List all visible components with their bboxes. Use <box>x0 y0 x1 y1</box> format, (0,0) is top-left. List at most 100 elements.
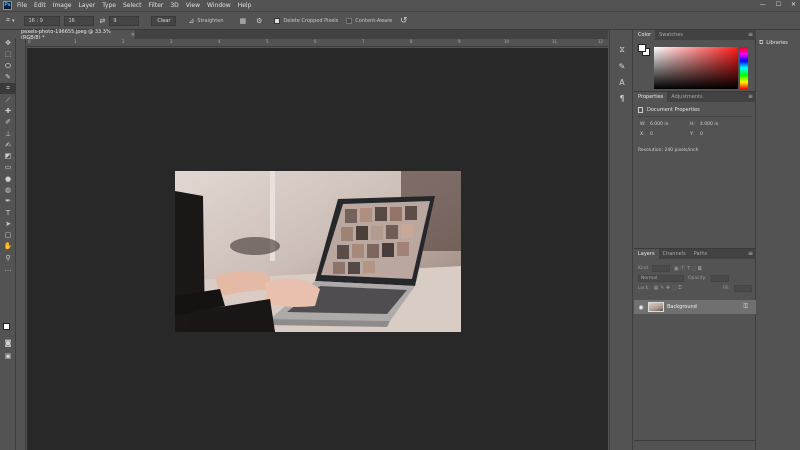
swap-icon[interactable]: ⇄ <box>99 17 105 25</box>
ratio-select[interactable]: 16 : 9 <box>24 15 61 26</box>
layer-name[interactable]: Background <box>667 304 697 310</box>
screen-mode-icon[interactable]: ▣ <box>0 351 16 362</box>
kind-filter[interactable]: Kind <box>638 266 648 271</box>
layer-filter-row: Kind ▣ Ⓣ T ⬚ ◘ <box>638 264 752 272</box>
tab-adjustments[interactable]: Adjustments <box>667 92 706 102</box>
menu-window[interactable]: Window <box>207 2 231 9</box>
color-panel-foreground-swatch[interactable] <box>638 44 646 52</box>
menu-filter[interactable]: Filter <box>149 2 164 9</box>
tab-color[interactable]: Color <box>634 30 656 40</box>
kind-select[interactable] <box>651 264 670 272</box>
close-tab-icon[interactable]: × <box>131 32 135 38</box>
hand-tool-icon[interactable]: ✋ <box>0 241 16 252</box>
menu-image[interactable]: Image <box>53 2 72 9</box>
divider <box>638 116 752 117</box>
width-value[interactable]: 6.000 in <box>650 122 668 127</box>
gear-icon[interactable]: ⚙ <box>256 17 262 25</box>
chevron-down-icon[interactable]: ▾ <box>12 18 15 24</box>
maximize-icon[interactable]: ☐ <box>776 1 781 8</box>
move-tool-icon[interactable]: ✥ <box>0 38 16 49</box>
tab-channels[interactable]: Channels <box>659 249 690 259</box>
delete-cropped-label: Delete Cropped Pixels <box>283 17 339 24</box>
hue-slider[interactable] <box>740 47 748 89</box>
layer-row[interactable]: ◉ Background ⚿ <box>634 300 756 314</box>
rectangle-tool-icon[interactable]: ▢ <box>0 230 16 241</box>
blur-tool-icon[interactable]: ● <box>0 174 16 185</box>
filter-icons[interactable]: ▣ Ⓣ T ⬚ ◘ <box>674 265 702 272</box>
ruler-tick: 7 <box>362 39 365 44</box>
minimize-icon[interactable]: — <box>760 1 766 8</box>
tab-properties[interactable]: Properties <box>634 92 668 102</box>
history-brush-tool-icon[interactable]: ✍ <box>0 140 16 151</box>
marquee-tool-icon[interactable]: ⬚ <box>0 49 16 60</box>
tools-panel: ✥ ⬚ ⵔ ✎ ⌗ ⟋ ✚ ✐ ⊥ ✍ ◩ ▭ ● ◍ ✒ T ➤ ▢ ✋ ⚲ … <box>0 38 16 450</box>
color-picker-field[interactable] <box>654 47 738 89</box>
menu-3d[interactable]: 3D <box>170 2 178 9</box>
history-icon[interactable]: ⧖ <box>616 44 628 56</box>
straighten-icon[interactable]: ⊿ <box>188 17 194 25</box>
panel-menu-icon[interactable]: ≡ <box>748 250 753 257</box>
lock-row: Lock: ▦ ✎ ✥ ⬚ ⚿ Fill: <box>638 284 752 292</box>
eye-icon[interactable]: ◉ <box>636 304 646 311</box>
panel-menu-icon[interactable]: ≡ <box>748 31 753 38</box>
content-aware-checkbox[interactable] <box>346 17 353 24</box>
paragraph-icon[interactable]: ¶ <box>616 92 628 104</box>
brush-settings-icon[interactable]: ✎ <box>616 60 628 72</box>
clone-stamp-tool-icon[interactable]: ⊥ <box>0 128 16 139</box>
menu-layer[interactable]: Layer <box>78 2 95 9</box>
fill-input[interactable] <box>734 284 752 292</box>
x-value[interactable]: 0 <box>650 132 653 137</box>
eraser-tool-icon[interactable]: ◩ <box>0 151 16 162</box>
document-image[interactable] <box>175 171 461 332</box>
menu-select[interactable]: Select <box>123 2 142 9</box>
quick-mask-icon[interactable]: ◙ <box>0 338 16 349</box>
crop-height-input[interactable]: 9 <box>109 15 140 26</box>
y-value[interactable]: 0 <box>700 132 703 137</box>
close-window-icon[interactable]: ✕ <box>791 1 796 8</box>
grid-overlay-icon[interactable]: ▦ <box>240 17 247 25</box>
libraries-button[interactable]: ⧉ Libraries <box>759 38 797 47</box>
crop-tool-icon[interactable]: ⌗ <box>0 83 16 95</box>
delete-cropped-checkbox[interactable] <box>274 17 281 24</box>
menu-file[interactable]: File <box>17 2 27 9</box>
straighten-label[interactable]: Straighten <box>197 18 223 24</box>
path-selection-tool-icon[interactable]: ➤ <box>0 219 16 230</box>
pen-tool-icon[interactable]: ✒ <box>0 196 16 207</box>
opacity-input[interactable] <box>710 274 729 282</box>
blend-mode-select[interactable]: Normal <box>638 274 684 282</box>
zoom-tool-icon[interactable]: ⚲ <box>0 253 16 264</box>
tab-paths[interactable]: Paths <box>690 249 712 259</box>
lock-icons[interactable]: ▦ ✎ ✥ ⬚ ⚿ <box>654 285 682 291</box>
crop-tool-icon[interactable]: ⌗ <box>6 16 10 25</box>
more-tools-icon[interactable]: … <box>0 264 16 275</box>
collapsed-panels: ⧖ ✎ A ¶ <box>609 30 633 450</box>
dodge-tool-icon[interactable]: ◍ <box>0 185 16 196</box>
document-tab[interactable]: pexels-photo-196655.jpeg @ 33.3% (RGB/8)… <box>16 29 136 41</box>
foreground-color-swatch[interactable] <box>3 323 10 330</box>
healing-brush-tool-icon[interactable]: ✚ <box>0 106 16 117</box>
lasso-tool-icon[interactable]: ⵔ <box>0 61 16 72</box>
height-label: H: <box>690 122 695 127</box>
menu-edit[interactable]: Edit <box>34 2 46 9</box>
panel-menu-icon[interactable]: ≡ <box>748 93 753 100</box>
quick-select-tool-icon[interactable]: ✎ <box>0 72 16 83</box>
crop-width-input[interactable]: 16 <box>64 15 95 26</box>
character-icon[interactable]: A <box>616 76 628 88</box>
tab-layers[interactable]: Layers <box>634 249 659 259</box>
menu-help[interactable]: Help <box>238 2 252 9</box>
menu-view[interactable]: View <box>186 2 200 9</box>
clear-button[interactable]: Clear <box>151 15 177 26</box>
height-value[interactable]: 4.000 in <box>700 122 718 127</box>
type-tool-icon[interactable]: T <box>0 207 16 218</box>
brush-tool-icon[interactable]: ✐ <box>0 117 16 128</box>
tab-swatches[interactable]: Swatches <box>655 30 687 40</box>
reset-icon[interactable]: ↺ <box>400 16 408 26</box>
ruler-tick: 1 <box>74 39 77 44</box>
layer-thumbnail <box>648 302 664 312</box>
ruler-tick: 0 <box>28 39 31 44</box>
gradient-tool-icon[interactable]: ▭ <box>0 162 16 173</box>
eyedropper-tool-icon[interactable]: ⟋ <box>0 94 16 105</box>
menu-type[interactable]: Type <box>102 2 116 9</box>
lock-icon[interactable]: ⚿ <box>743 303 748 311</box>
ruler-tick: 2 <box>122 39 125 44</box>
